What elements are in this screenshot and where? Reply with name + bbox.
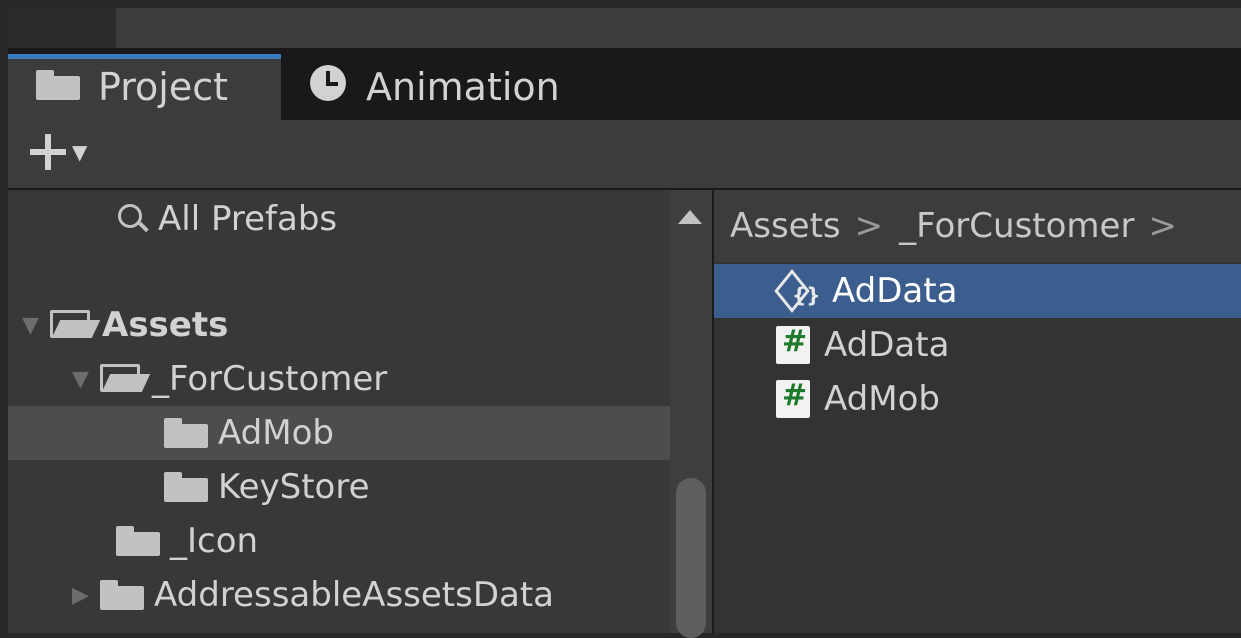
tree-item-label: Assets [102, 305, 229, 345]
tree-item-forcustomer[interactable]: ▼ _ForCustomer [8, 352, 670, 406]
tree-item-label: _Icon [170, 521, 259, 561]
file-item-addata-asset[interactable]: AdData [714, 264, 1241, 318]
tree-item-label: AdMob [218, 413, 334, 453]
file-label: AdData [832, 271, 958, 311]
folder-icon [36, 65, 80, 109]
csharp-script-icon [776, 378, 810, 418]
folder-icon [164, 418, 208, 448]
file-label: AdMob [824, 379, 940, 419]
tree-scrollbar[interactable] [670, 190, 714, 638]
active-tab-accent [8, 54, 281, 59]
top-strip-left-block [8, 8, 116, 48]
folder-tree-panel: All Prefabs ▼ Assets ▼ _ForCustomer AdMo… [8, 190, 670, 633]
open-folder-icon [100, 364, 146, 394]
scroll-up-arrow-icon[interactable] [678, 210, 702, 224]
scrollbar-thumb[interactable] [676, 478, 706, 638]
tab-project-label: Project [98, 65, 229, 109]
file-list-panel: Assets > _ForCustomer > AdData AdData Ad… [714, 190, 1241, 633]
tree-item-label: AddressableAssetsData [154, 575, 555, 615]
tree-item-addressableassetsdata[interactable]: ▶ AddressableAssetsData [8, 568, 670, 622]
tree-item-keystore[interactable]: KeyStore [8, 460, 670, 514]
tree-item-icon[interactable]: _Icon [8, 514, 670, 568]
tree-item-label: _ForCustomer [152, 359, 388, 399]
project-toolbar: ▼ [8, 120, 1241, 190]
breadcrumb-forcustomer[interactable]: _ForCustomer [899, 206, 1134, 246]
tree-item-admob[interactable]: AdMob [8, 406, 670, 460]
file-item-admob-script[interactable]: AdMob [714, 372, 1241, 426]
tab-project[interactable]: Project [8, 54, 281, 120]
expanded-arrow-icon[interactable]: ▼ [72, 367, 100, 392]
folder-icon [164, 472, 208, 502]
search-icon [118, 204, 148, 234]
expanded-arrow-icon[interactable]: ▼ [22, 313, 50, 338]
collapsed-arrow-icon[interactable]: ▶ [72, 583, 100, 608]
file-item-addata-script[interactable]: AdData [714, 318, 1241, 372]
clock-icon [308, 63, 348, 112]
tree-item-label: KeyStore [218, 467, 370, 507]
tree-search-label: All Prefabs [158, 199, 338, 239]
breadcrumb-assets[interactable]: Assets [730, 206, 841, 246]
plus-icon[interactable] [30, 134, 66, 170]
folder-icon [100, 580, 144, 610]
open-folder-icon [50, 310, 96, 340]
csharp-script-icon [776, 324, 810, 364]
tree-search-all-prefabs[interactable]: All Prefabs [8, 192, 670, 246]
tab-bar: Project Animation [8, 54, 1241, 120]
tab-animation[interactable]: Animation [308, 54, 560, 120]
scriptable-object-icon [776, 273, 820, 309]
file-label: AdData [824, 325, 950, 365]
folder-icon [116, 526, 160, 556]
window-top-strip [8, 8, 1241, 48]
breadcrumb-separator: > [1148, 206, 1177, 246]
breadcrumb-separator: > [854, 206, 884, 246]
breadcrumb: Assets > _ForCustomer > [714, 190, 1241, 262]
caret-down-icon[interactable]: ▼ [72, 140, 87, 164]
tab-animation-label: Animation [366, 65, 560, 109]
tree-item-assets[interactable]: ▼ Assets [8, 298, 670, 352]
